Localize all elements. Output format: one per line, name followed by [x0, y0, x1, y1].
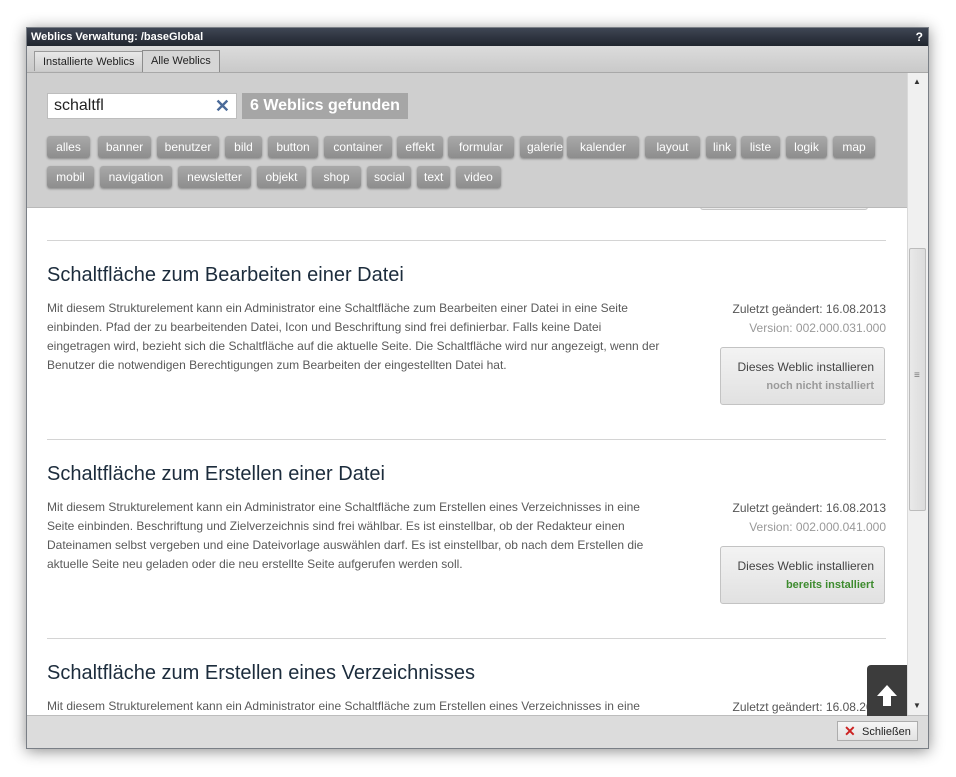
tag-filter-objekt[interactable]: objekt [257, 166, 306, 188]
weblic-list-area: ✕ 6 Weblics gefunden alles banner benutzer… [27, 73, 907, 716]
close-button-label: Schließen [862, 726, 911, 738]
tag-filter-social[interactable]: social [367, 166, 411, 188]
vertical-scrollbar[interactable]: ▲ ≡ ▼ [907, 73, 928, 716]
tag-filter-formular[interactable]: formular [448, 136, 514, 158]
result-count-badge: 6 Weblics gefunden [242, 93, 408, 119]
description-line: Mit diesem Strukturelement kann ein Admi… [47, 500, 640, 514]
tag-filter-alles[interactable]: alles [47, 136, 90, 158]
item-divider [47, 240, 886, 241]
arrow-up-icon [877, 685, 897, 706]
search-input[interactable] [54, 96, 209, 116]
description-line: Dateinamen selbst vergeben und eine Date… [47, 538, 644, 552]
tag-filter-text[interactable]: text [417, 166, 450, 188]
tag-filter-map[interactable]: map [833, 136, 875, 158]
version-label: Version: 002.000.031.000 [749, 321, 886, 335]
grip-icon: ≡ [914, 370, 920, 381]
close-icon: ✕ [844, 723, 856, 739]
tag-filter-effekt[interactable]: effekt [397, 136, 443, 158]
tag-filter-mobil[interactable]: mobil [47, 166, 94, 188]
description-line: aktuelle Seite neu geladen oder die neu … [47, 557, 463, 571]
scroll-down-arrow-icon[interactable]: ▼ [913, 701, 921, 710]
scroll-up-arrow-icon[interactable]: ▲ [913, 77, 921, 86]
description-line: Benutzer die notwendigen Berechtigungen … [47, 358, 507, 372]
dialog-titlebar: Weblics Verwaltung: /baseGlobal ? [27, 28, 928, 46]
last-modified-date: Zuletzt geändert: 16.08.2013 [732, 700, 886, 714]
search-box: ✕ [47, 93, 237, 119]
weblic-description: Mit diesem Strukturelement kann ein Admi… [47, 299, 677, 375]
item-divider [47, 638, 886, 639]
tag-filter-link[interactable]: link [706, 136, 736, 158]
tag-filter-liste[interactable]: liste [741, 136, 780, 158]
weblic-description: Mit diesem Strukturelement kann ein Admi… [47, 697, 677, 716]
tag-filter-button[interactable]: button [268, 136, 318, 158]
version-label: Version: 002.000.041.000 [749, 520, 886, 534]
description-line: eingetragen wird, bezieht sich die Schal… [47, 339, 660, 353]
weblics-dialog: Weblics Verwaltung: /baseGlobal ? Instal… [26, 27, 929, 749]
tag-filter-layout[interactable]: layout [645, 136, 700, 158]
tag-filter-banner[interactable]: banner [98, 136, 151, 158]
last-modified-date: Zuletzt geändert: 16.08.2013 [732, 501, 886, 515]
tag-filter-bild[interactable]: bild [225, 136, 262, 158]
tag-filter-newsletter[interactable]: newsletter [178, 166, 251, 188]
help-icon[interactable]: ? [916, 28, 923, 46]
dialog-title: Weblics Verwaltung: /baseGlobal [31, 31, 204, 43]
scrollbar-thumb[interactable]: ≡ [909, 248, 926, 511]
tag-filter-navigation[interactable]: navigation [100, 166, 172, 188]
weblic-title: Schaltfläche zum Erstellen eines Verzeic… [47, 662, 475, 684]
close-button[interactable]: ✕ Schließen [837, 721, 918, 741]
tag-filter-benutzer[interactable]: benutzer [157, 136, 219, 158]
weblic-title: Schaltfläche zum Erstellen einer Datei [47, 463, 385, 485]
description-line: einbinden. Pfad der zu bearbeitenden Dat… [47, 320, 602, 334]
description-line: Mit diesem Strukturelement kann ein Admi… [47, 301, 628, 315]
last-modified-date: Zuletzt geändert: 16.08.2013 [732, 302, 886, 316]
install-status: noch nicht installiert [766, 380, 874, 392]
install-weblic-button[interactable]: Dieses Weblic installieren noch nicht in… [720, 347, 885, 405]
install-weblic-button[interactable]: Dieses Weblic installieren bereits insta… [720, 546, 885, 604]
close-icon[interactable]: ✕ [215, 95, 230, 117]
tag-filter-shop[interactable]: shop [312, 166, 361, 188]
description-line: Mit diesem Strukturelement kann ein Admi… [47, 699, 640, 713]
tab-all-weblics[interactable]: Alle Weblics [142, 50, 220, 72]
tag-filter-kalender[interactable]: kalender [567, 136, 639, 158]
weblic-description: Mit diesem Strukturelement kann ein Admi… [47, 498, 677, 574]
description-line: Seite einbinden. Beschriftung und Zielve… [47, 519, 625, 533]
install-button-label: Dieses Weblic installieren [737, 360, 875, 374]
filter-panel: ✕ 6 Weblics gefunden alles banner benutzer… [27, 73, 907, 208]
tag-filter-video[interactable]: video [456, 166, 501, 188]
tag-filter-galerie[interactable]: galerie [520, 136, 563, 158]
tag-filter-container[interactable]: container [324, 136, 392, 158]
dialog-footer: ✕ Schließen [27, 715, 928, 748]
install-button-label: Dieses Weblic installieren [737, 559, 875, 573]
tab-installed-weblics[interactable]: Installierte Weblics [34, 51, 144, 71]
scroll-to-top-button[interactable] [867, 665, 907, 716]
tag-filter-logik[interactable]: logik [786, 136, 827, 158]
tab-strip: Installierte Weblics Alle Weblics [27, 46, 928, 73]
item-divider [47, 439, 886, 440]
install-status: bereits installiert [785, 579, 874, 591]
weblic-title: Schaltfläche zum Bearbeiten einer Datei [47, 264, 404, 286]
